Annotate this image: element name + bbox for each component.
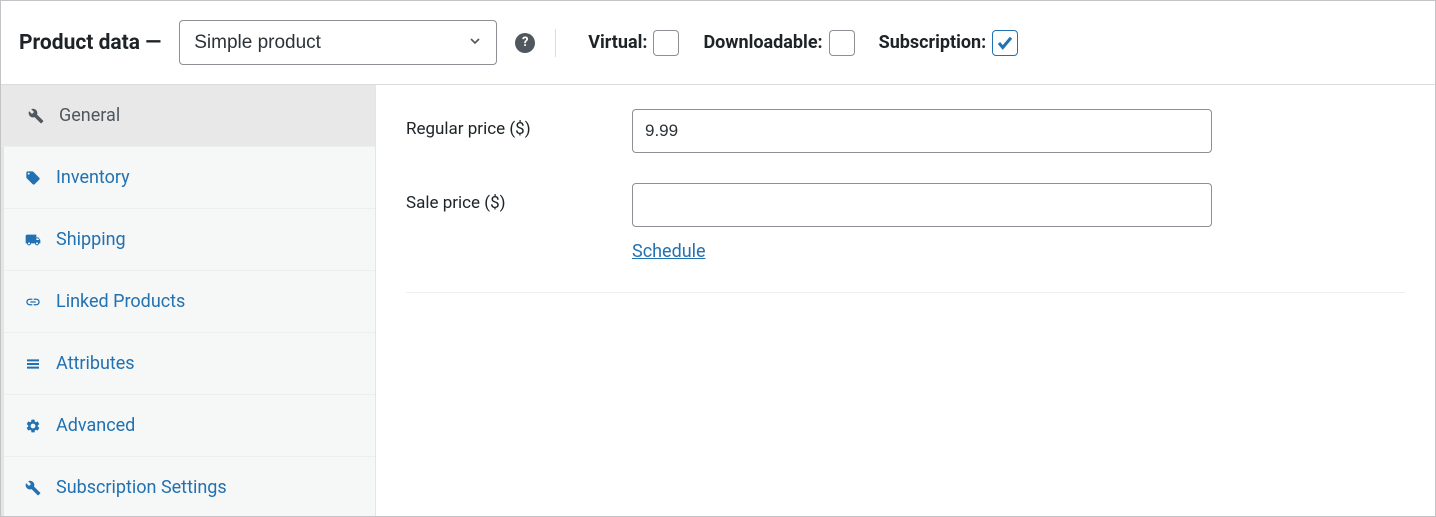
product-type-select[interactable]: Simple product [179, 20, 497, 65]
downloadable-option: Downloadable: [703, 30, 854, 56]
panel-title: Product data — [19, 31, 161, 55]
sidebar-item-attributes[interactable]: Attributes [4, 333, 375, 395]
list-icon [24, 355, 42, 373]
wrench-icon [27, 107, 45, 125]
regular-price-input[interactable] [632, 109, 1212, 153]
sale-price-label: Sale price ($) [406, 183, 632, 213]
downloadable-label: Downloadable: [703, 32, 822, 53]
sidebar-item-label: Subscription Settings [56, 477, 227, 498]
virtual-label: Virtual: [588, 32, 647, 53]
sidebar: General Inventory Shipping Linked Products A… [1, 85, 376, 516]
help-icon[interactable]: ? [515, 33, 535, 53]
regular-price-control [632, 109, 1212, 153]
wrench-icon [24, 479, 42, 497]
product-data-panel: Product data — Simple product ? Virtual:… [0, 0, 1436, 517]
sidebar-item-linked[interactable]: Linked Products [4, 271, 375, 333]
schedule-link[interactable]: Schedule [632, 241, 706, 262]
sidebar-item-label: Shipping [56, 229, 126, 250]
sidebar-item-subscription_settings[interactable]: Subscription Settings [4, 457, 375, 517]
panel-header: Product data — Simple product ? Virtual:… [1, 1, 1435, 85]
subscription-label: Subscription: [879, 32, 987, 53]
panel-body: General Inventory Shipping Linked Products A… [1, 85, 1435, 516]
content-divider [406, 292, 1405, 293]
sidebar-item-label: Advanced [56, 415, 135, 436]
sidebar-item-general[interactable]: General [1, 85, 375, 147]
sale-price-input[interactable] [632, 183, 1212, 227]
sidebar-item-label: Attributes [56, 353, 135, 374]
virtual-checkbox[interactable] [653, 30, 679, 56]
truck-icon [24, 231, 42, 249]
downloadable-checkbox[interactable] [829, 30, 855, 56]
virtual-option: Virtual: [588, 30, 679, 56]
regular-price-label: Regular price ($) [406, 109, 632, 139]
product-type-select-wrap: Simple product [179, 20, 497, 65]
sidebar-item-label: Inventory [56, 167, 130, 188]
sidebar-item-label: General [59, 105, 120, 126]
sidebar-item-shipping[interactable]: Shipping [4, 209, 375, 271]
sale-price-control: Schedule [632, 183, 1212, 262]
sidebar-item-inventory[interactable]: Inventory [4, 147, 375, 209]
regular-price-row: Regular price ($) [406, 109, 1405, 153]
gear-icon [24, 417, 42, 435]
subscription-checkbox[interactable] [992, 30, 1018, 56]
sidebar-item-advanced[interactable]: Advanced [4, 395, 375, 457]
vertical-divider [555, 29, 556, 57]
tag-icon [24, 169, 42, 187]
sidebar-item-label: Linked Products [56, 291, 185, 312]
link-icon [24, 293, 42, 311]
sale-price-row: Sale price ($) Schedule [406, 183, 1405, 262]
subscription-option: Subscription: [879, 30, 1019, 56]
content-area: Regular price ($) Sale price ($) Schedul… [376, 85, 1435, 516]
